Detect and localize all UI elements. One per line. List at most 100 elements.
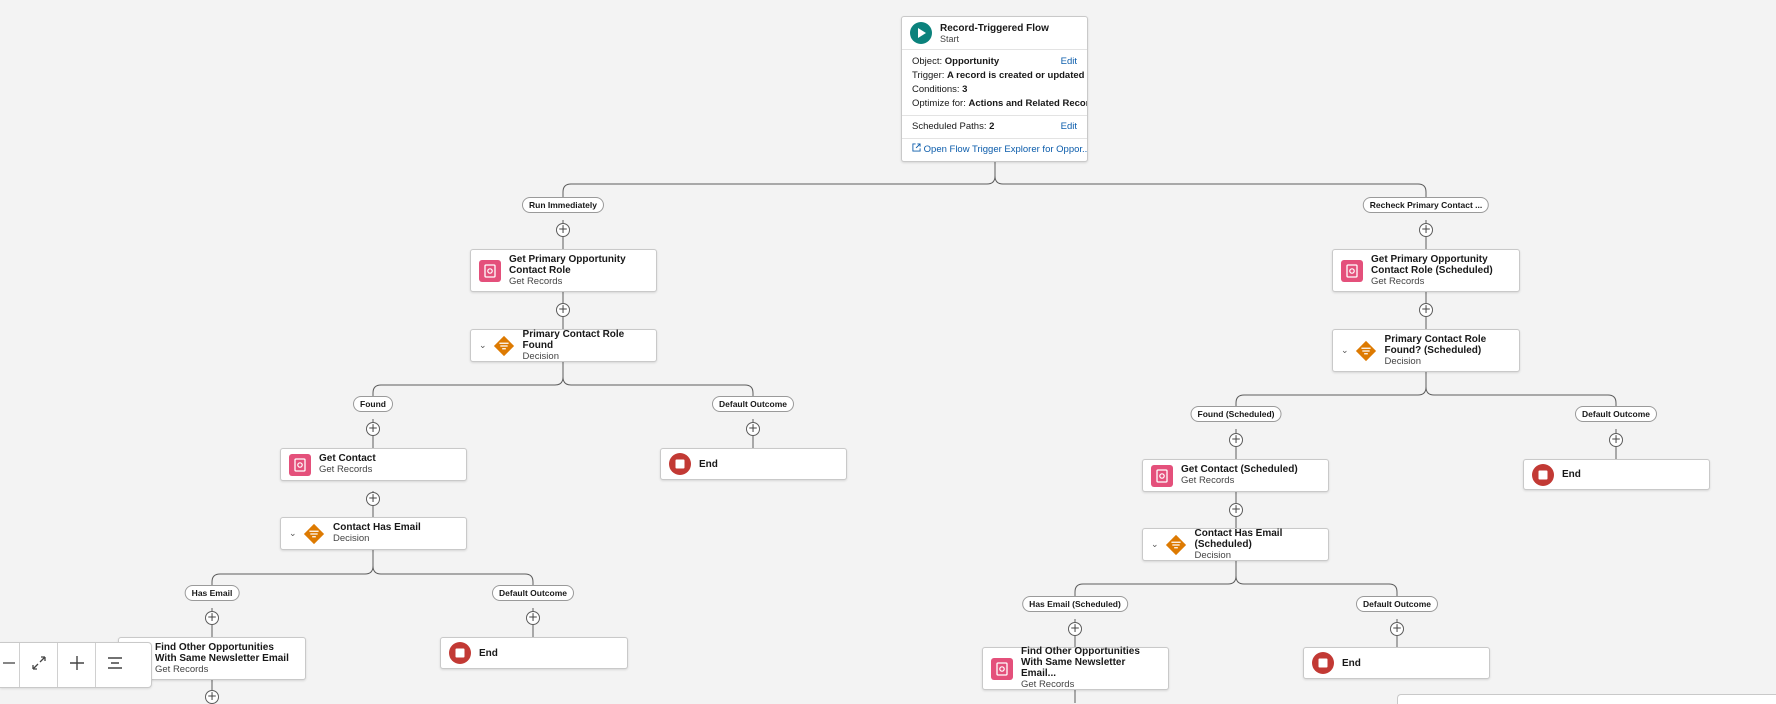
outcome-found[interactable]: Found <box>353 396 393 412</box>
add-element-button[interactable]: + <box>526 611 540 625</box>
add-element-button[interactable]: + <box>205 611 219 625</box>
get-records-icon <box>289 453 311 476</box>
chevron-down-icon[interactable]: ⌄ <box>289 528 297 539</box>
conditions-value: 3 <box>962 84 968 95</box>
outcome-has-email[interactable]: Has Email <box>184 585 240 601</box>
contact-has-email-scheduled-decision[interactable]: ⌄ Contact Has Email (Scheduled) Decision <box>1142 528 1329 561</box>
end-node[interactable]: End <box>440 637 628 669</box>
node-title: Contact Has Email <box>333 522 421 533</box>
zoom-out-button[interactable] <box>0 643 20 687</box>
node-title: Find Other Opportunities With Same Newsl… <box>155 641 289 664</box>
stop-icon <box>669 453 691 475</box>
scheduled-label: Scheduled Paths: <box>912 121 987 132</box>
node-type: Get Records <box>319 464 373 475</box>
add-element-button[interactable]: + <box>1229 503 1243 517</box>
start-header: Record-Triggered Flow Start <box>902 17 1087 50</box>
zoom-in-button[interactable] <box>58 643 96 687</box>
add-element-button[interactable]: + <box>1229 433 1243 447</box>
trigger-value: A record is created or updated <box>947 70 1085 81</box>
plus-icon <box>68 654 86 677</box>
node-title: Get Contact <box>319 453 376 464</box>
conditions-row: Conditions: 3 <box>902 83 1087 97</box>
stop-icon <box>449 642 471 664</box>
node-type: Get Records <box>1021 679 1075 690</box>
primary-contact-role-found-decision[interactable]: ⌄ Primary Contact Role Found Decision <box>470 329 657 362</box>
trigger-row: Trigger: A record is created or updated <box>902 69 1087 83</box>
get-records-icon <box>479 259 501 282</box>
get-primary-contact-role-node[interactable]: Get Primary Opportunity Contact Role Get … <box>470 249 657 292</box>
scheduled-row: Scheduled Paths: 2 Edit <box>902 120 1087 134</box>
node-title: End <box>1562 469 1581 480</box>
outcome-found-scheduled[interactable]: Found (Scheduled) <box>1190 406 1282 422</box>
edit-object-link[interactable]: Edit <box>1061 55 1077 69</box>
edit-scheduled-link[interactable]: Edit <box>1061 120 1077 134</box>
outcome-default[interactable]: Default Outcome <box>711 396 795 412</box>
end-node[interactable]: End <box>1523 459 1710 490</box>
decision-icon <box>303 523 325 545</box>
add-element-button[interactable]: + <box>746 422 760 436</box>
node-title: Get Primary Opportunity Contact Role (Sc… <box>1371 253 1493 276</box>
outcome-default[interactable]: Default Outcome <box>491 585 575 601</box>
find-other-opportunities-scheduled-node[interactable]: Find Other Opportunities With Same Newsl… <box>982 646 1169 690</box>
external-link-icon <box>912 143 924 155</box>
conditions-label: Conditions: <box>912 84 960 95</box>
add-element-button[interactable]: + <box>205 690 219 704</box>
node-title: Find Other Opportunities With Same Newsl… <box>1021 646 1140 679</box>
get-contact-node[interactable]: Get Contact Get Records <box>280 448 467 481</box>
optimize-value: Actions and Related Recor... <box>968 98 1088 109</box>
get-records-icon <box>1341 259 1363 282</box>
add-element-button[interactable]: + <box>1390 622 1404 636</box>
chevron-down-icon[interactable]: ⌄ <box>479 340 487 351</box>
get-records-icon <box>991 657 1013 680</box>
node-title: Contact Has Email (Scheduled) <box>1194 527 1283 550</box>
end-node[interactable]: End <box>1303 647 1490 679</box>
start-subtitle: Start <box>940 33 960 44</box>
path-run-immediately[interactable]: Run Immediately <box>521 197 605 213</box>
object-value: Opportunity <box>944 56 1000 67</box>
add-element-button[interactable]: + <box>1419 223 1433 237</box>
primary-contact-role-found-scheduled-decision[interactable]: ⌄ Primary Contact Role Found? (Scheduled… <box>1332 329 1520 372</box>
add-element-button[interactable]: + <box>1609 433 1623 447</box>
align-icon <box>106 654 124 677</box>
outcome-has-email-scheduled[interactable]: Has Email (Scheduled) <box>1022 596 1128 612</box>
node-type: Decision <box>1384 355 1421 367</box>
optimize-label: Optimize for: <box>912 98 966 109</box>
node-type: Decision <box>522 350 559 362</box>
node-title: Primary Contact Role Found <box>522 328 625 351</box>
outcome-default[interactable]: Default Outcome <box>1355 596 1439 612</box>
node-title: End <box>479 647 498 659</box>
get-contact-scheduled-node[interactable]: Get Contact (Scheduled) Get Records <box>1142 459 1329 492</box>
stop-icon <box>1312 652 1334 674</box>
outcome-default[interactable]: Default Outcome <box>1574 406 1658 422</box>
chevron-down-icon[interactable]: ⌄ <box>1341 345 1349 356</box>
node-type: Get Records <box>1181 475 1235 486</box>
decision-icon <box>493 335 515 357</box>
end-node[interactable]: End <box>660 448 847 480</box>
node-type: Decision <box>1194 549 1231 561</box>
decision-icon <box>1165 534 1187 556</box>
object-label: Object: <box>912 56 943 67</box>
expand-icon <box>30 654 48 677</box>
chevron-down-icon[interactable]: ⌄ <box>1151 539 1159 550</box>
add-element-button[interactable]: + <box>556 223 570 237</box>
node-type: Get Records <box>155 663 209 675</box>
start-node[interactable]: Record-Triggered Flow Start Object: Oppo… <box>901 16 1088 162</box>
start-title: Record-Triggered Flow <box>940 22 1049 34</box>
fit-view-button[interactable] <box>20 643 58 687</box>
flow-trigger-explorer-link[interactable]: Open Flow Trigger Explorer for Oppor... <box>902 143 1087 155</box>
path-recheck-primary-contact[interactable]: Recheck Primary Contact ... <box>1362 197 1490 213</box>
add-element-button[interactable]: + <box>1068 622 1082 636</box>
auto-layout-button[interactable] <box>96 643 134 687</box>
get-primary-contact-role-scheduled-node[interactable]: Get Primary Opportunity Contact Role (Sc… <box>1332 249 1520 292</box>
node-type: Get Records <box>1371 275 1425 287</box>
decision-icon <box>1355 340 1377 362</box>
add-element-button[interactable]: + <box>1419 303 1433 317</box>
add-element-button[interactable]: + <box>366 422 380 436</box>
node-title: Get Contact (Scheduled) <box>1181 464 1298 475</box>
add-element-button[interactable]: + <box>366 492 380 506</box>
contact-has-email-decision[interactable]: ⌄ Contact Has Email Decision <box>280 517 467 550</box>
node-type: Decision <box>333 533 370 544</box>
add-element-button[interactable]: + <box>556 303 570 317</box>
get-records-icon <box>1151 464 1173 487</box>
optimize-row: Optimize for: Actions and Related Recor.… <box>902 97 1087 111</box>
